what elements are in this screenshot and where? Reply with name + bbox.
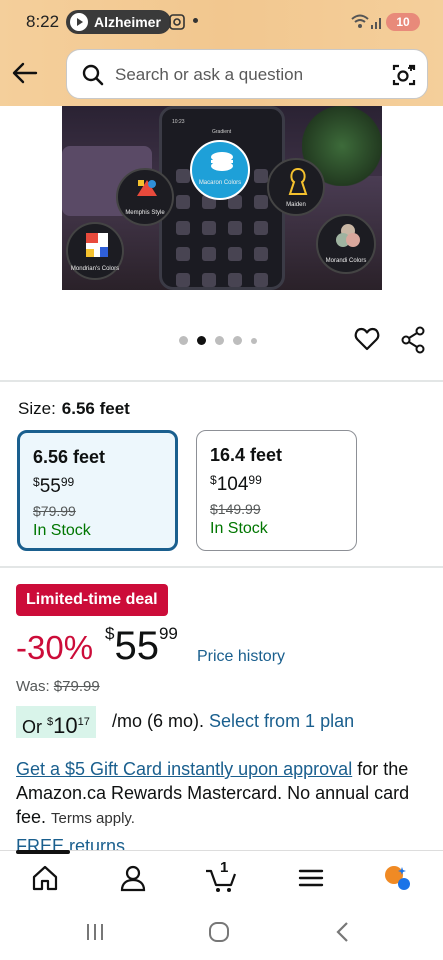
size-option-title: 6.56 feet xyxy=(33,447,106,467)
morandi-label: Morandi Colors xyxy=(325,258,367,264)
battery-level: 10 xyxy=(396,15,410,29)
select-plan-link[interactable]: Select from 1 plan xyxy=(209,711,354,731)
gift-card-offer: Get a $5 Gift Card instantly upon approv… xyxy=(16,757,431,831)
search-placeholder: Search or ask a question xyxy=(115,65,304,84)
status-time: 8:22 xyxy=(26,12,60,31)
carousel-dot[interactable] xyxy=(215,336,224,345)
size-option-stock: In Stock xyxy=(33,522,91,539)
maiden-label: Maiden xyxy=(286,202,306,208)
carousel-dots xyxy=(179,336,257,345)
battery-indicator: 10 xyxy=(386,13,420,31)
plan-details: /mo (6 mo). Select from 1 plan xyxy=(112,711,355,731)
heart-icon[interactable] xyxy=(354,326,380,352)
status-bar: 8:22 Alzheimer 10 xyxy=(0,0,443,44)
home-button-icon[interactable] xyxy=(207,920,231,944)
media-pill[interactable]: Alzheimer xyxy=(66,10,171,34)
back-button-icon[interactable] xyxy=(334,920,352,944)
price-history-link[interactable]: Price history xyxy=(197,648,285,666)
phone-time: 10:23 xyxy=(172,119,185,125)
camera-search-icon[interactable] xyxy=(391,62,417,88)
back-arrow-icon[interactable] xyxy=(12,62,38,84)
monthly-plan-price: Or $1017 xyxy=(16,706,96,738)
gift-card-link[interactable]: Get a $5 Gift Card instantly upon approv… xyxy=(16,759,352,779)
limited-time-deal-badge: Limited-time deal xyxy=(16,584,168,616)
was-price: Was: $79.99 xyxy=(16,678,100,695)
header-bar: 8:22 Alzheimer 10 Search or ask a questi… xyxy=(0,0,443,106)
memphis-label: Memphis Style xyxy=(125,210,165,216)
size-option-old-price: $79.99 xyxy=(33,503,76,519)
size-label-text: Size: xyxy=(18,399,56,418)
screen-capture-icon xyxy=(169,14,185,30)
rufus-assistant-icon[interactable] xyxy=(382,863,412,893)
macaron-icon xyxy=(211,152,233,171)
memphis-icon xyxy=(137,180,157,196)
size-option-price: $10499 xyxy=(210,473,262,495)
menu-icon[interactable] xyxy=(296,863,326,893)
mondrians-colors-bubble: Mondrian's Colors xyxy=(66,222,124,280)
phone-title: Gradient xyxy=(212,129,232,135)
mondrian-label: Mondrian's Colors xyxy=(70,266,120,272)
notification-dot-icon xyxy=(193,18,198,23)
size-option-old-price: $149.99 xyxy=(210,501,261,517)
mondrian-icon xyxy=(86,233,108,257)
macaron-label: Macaron Colors xyxy=(198,180,242,186)
carousel-dot-active[interactable] xyxy=(197,336,206,345)
terms-apply-link[interactable]: Terms apply. xyxy=(51,810,135,827)
carousel-dot[interactable] xyxy=(251,337,257,344)
deal-price: $5599 xyxy=(105,624,178,668)
size-option-6-56-feet[interactable]: 6.56 feet $5599 $79.99 In Stock xyxy=(17,430,178,551)
play-icon xyxy=(70,13,88,31)
share-icon[interactable] xyxy=(400,326,426,354)
active-tab-indicator xyxy=(16,850,70,854)
maiden-bubble: Maiden xyxy=(267,158,325,216)
recent-apps-icon[interactable] xyxy=(84,922,106,942)
system-navigation-bar xyxy=(0,908,443,960)
wifi-icon xyxy=(351,14,369,28)
macaron-colors-bubble: Macaron Colors xyxy=(190,140,250,200)
size-option-16-4-feet[interactable]: 16.4 feet $10499 $149.99 In Stock xyxy=(196,430,357,551)
size-label: Size: 6.56 feet xyxy=(18,399,130,419)
signal-icon xyxy=(371,18,381,29)
cart-count: 1 xyxy=(220,859,229,876)
home-icon[interactable] xyxy=(30,863,60,893)
search-icon xyxy=(82,64,104,86)
carousel-dot[interactable] xyxy=(233,336,242,345)
size-option-stock: In Stock xyxy=(210,520,268,537)
size-option-price: $5599 xyxy=(33,475,75,497)
carousel-dot[interactable] xyxy=(179,336,188,345)
divider xyxy=(0,566,443,568)
media-pill-label: Alzheimer xyxy=(94,14,161,30)
discount-percent: -30% xyxy=(16,629,94,666)
size-option-title: 16.4 feet xyxy=(210,445,283,465)
free-returns-link[interactable]: FREE returns xyxy=(16,836,125,850)
product-image[interactable]: 10:23 Gradient Macaron Colors Memphis St… xyxy=(62,106,382,290)
maiden-icon xyxy=(288,167,308,195)
bottom-tab-bar: 1 xyxy=(0,850,443,908)
memphis-style-bubble: Memphis Style xyxy=(116,168,174,226)
morandi-colors-bubble: Morandi Colors xyxy=(316,214,376,274)
divider xyxy=(0,380,443,382)
morandi-icon xyxy=(336,224,360,247)
account-icon[interactable] xyxy=(118,863,148,893)
search-input[interactable]: Search or ask a question xyxy=(66,49,428,99)
size-selected-value: 6.56 feet xyxy=(61,399,130,418)
